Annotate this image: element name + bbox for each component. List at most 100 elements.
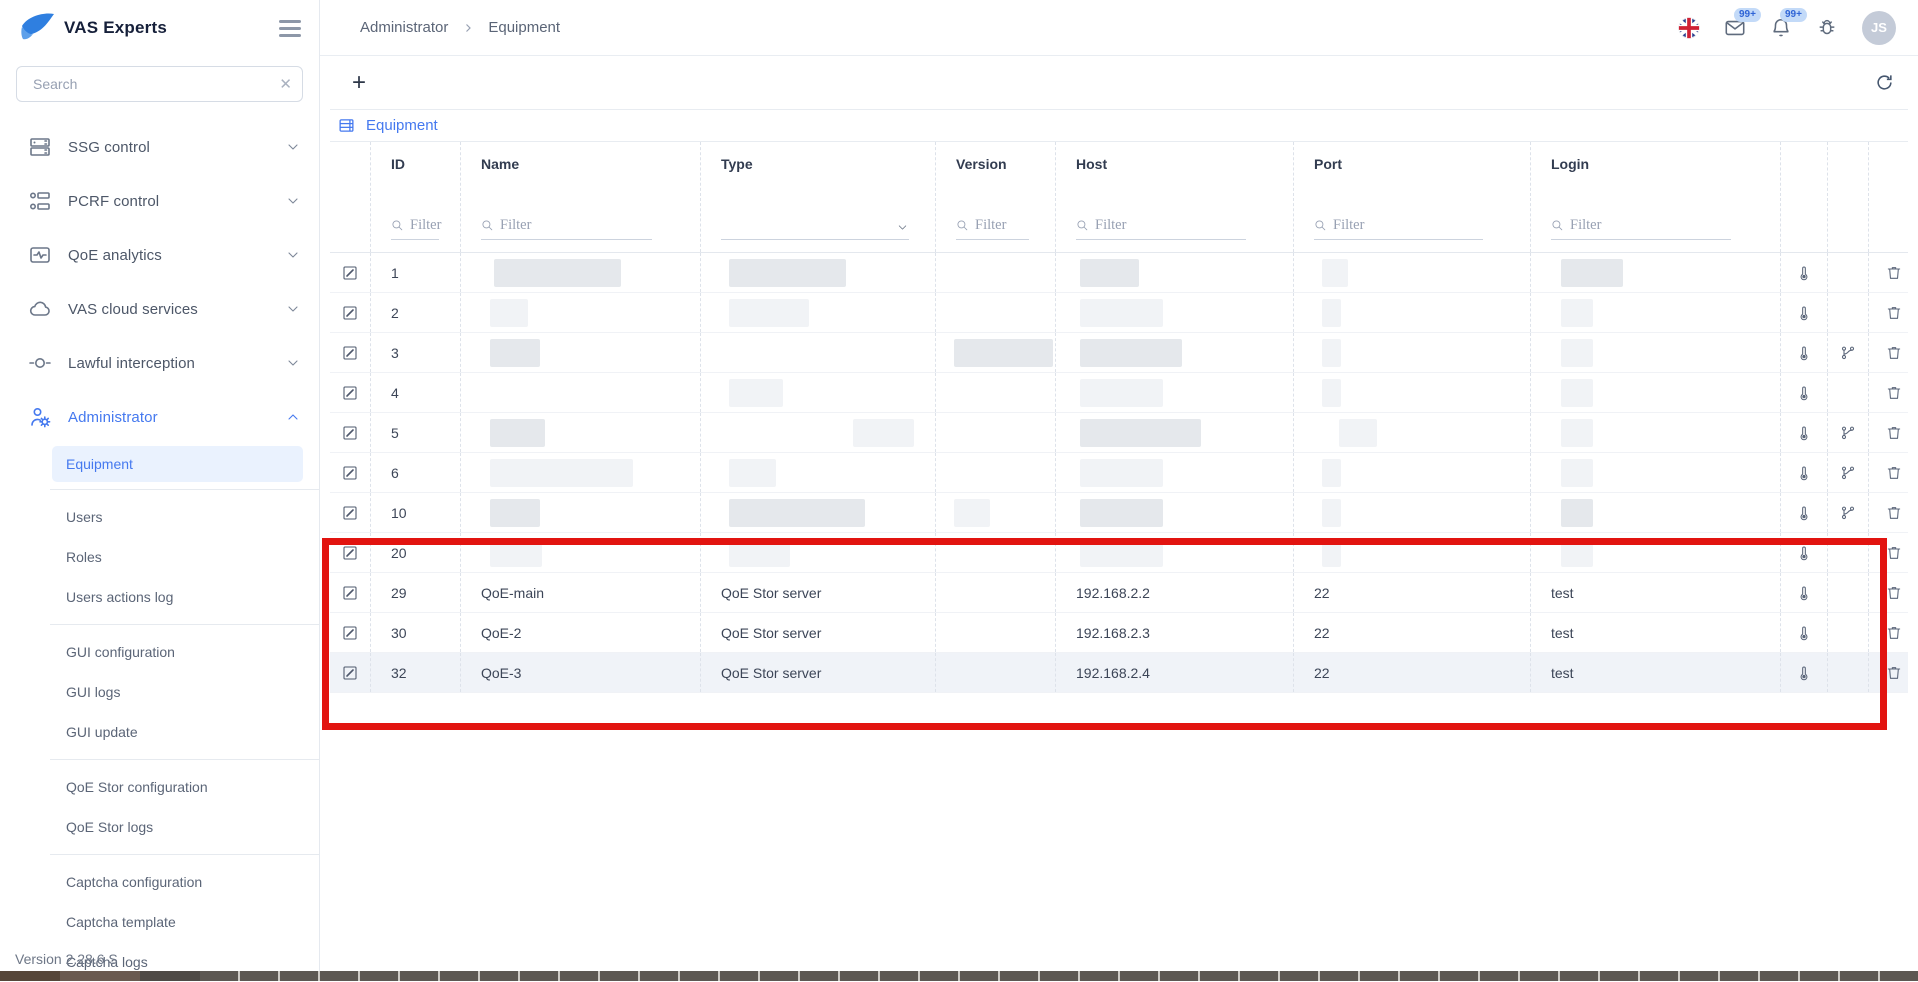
cell-port: [1293, 453, 1530, 492]
cell-id: 32: [370, 653, 460, 692]
trash-icon[interactable]: [1886, 545, 1902, 561]
sidebar-item-label: Administrator: [68, 409, 158, 426]
edit-row-icon[interactable]: [342, 585, 358, 601]
breadcrumb-section[interactable]: Administrator: [360, 19, 448, 36]
thermometer-icon[interactable]: [1796, 305, 1812, 321]
filter-input-port[interactable]: Filter: [1314, 217, 1483, 240]
thermometer-icon[interactable]: [1796, 505, 1812, 521]
sidebar-item-ssg[interactable]: SSG control: [0, 120, 319, 174]
branch-icon[interactable]: [1840, 345, 1856, 361]
redacted-block: [1322, 259, 1348, 287]
sidebar-item-cloud[interactable]: VAS cloud services: [0, 282, 319, 336]
sidebar-item-lawful[interactable]: Lawful interception: [0, 336, 319, 390]
search-input[interactable]: [31, 75, 279, 93]
logo-text: VAS Experts: [64, 18, 167, 38]
notifications-button[interactable]: 99+: [1770, 17, 1792, 39]
trash-icon[interactable]: [1886, 385, 1902, 401]
redacted-block: [1561, 419, 1593, 447]
trash-icon[interactable]: [1886, 505, 1902, 521]
trash-icon[interactable]: [1886, 465, 1902, 481]
thermometer-icon[interactable]: [1796, 265, 1812, 281]
branch-icon[interactable]: [1840, 505, 1856, 521]
redacted-block: [1561, 379, 1593, 407]
edit-row-icon[interactable]: [342, 265, 358, 281]
trash-icon[interactable]: [1886, 625, 1902, 641]
edit-row-icon[interactable]: [342, 465, 358, 481]
submenu-divider: [50, 759, 319, 760]
filter-select-type[interactable]: [721, 221, 909, 240]
breadcrumb-page[interactable]: Equipment: [488, 19, 560, 36]
branch-cell: [1827, 373, 1868, 412]
sidebar-subitem-users[interactable]: Users: [0, 497, 319, 537]
sidebar-subitem-captcha-configuration[interactable]: Captcha configuration: [0, 862, 319, 902]
sidebar-item-pcrf[interactable]: PCRF control: [0, 174, 319, 228]
filter-placeholder: Filter: [410, 217, 441, 234]
thermometer-icon[interactable]: [1796, 345, 1812, 361]
cell-host: [1055, 413, 1293, 452]
cell-name: QoE-3: [460, 653, 700, 692]
cell-id: 10: [370, 493, 460, 532]
trash-icon[interactable]: [1886, 305, 1902, 321]
filter-input-host[interactable]: Filter: [1076, 217, 1246, 240]
search-icon: [481, 219, 494, 232]
sidebar-search[interactable]: ✕: [16, 66, 303, 102]
thermometer-icon[interactable]: [1796, 465, 1812, 481]
sidebar-subitem-qoe-stor-configuration[interactable]: QoE Stor configuration: [0, 767, 319, 807]
sidebar-item-qoe[interactable]: QoE analytics: [0, 228, 319, 282]
branch-icon[interactable]: [1840, 465, 1856, 481]
sidebar-subitem-gui-update[interactable]: GUI update: [0, 712, 319, 752]
messages-button[interactable]: 99+: [1724, 17, 1746, 39]
filter-input-id[interactable]: Filter: [391, 217, 439, 240]
chevron-down-icon: [285, 139, 301, 155]
debug-button[interactable]: [1816, 17, 1838, 39]
cell-type: [700, 493, 935, 532]
edit-row-icon[interactable]: [342, 305, 358, 321]
language-flag-icon[interactable]: [1678, 17, 1700, 39]
edit-row-icon[interactable]: [342, 665, 358, 681]
trash-icon[interactable]: [1886, 585, 1902, 601]
sidebar-subitem-captcha-template[interactable]: Captcha template: [0, 902, 319, 942]
trash-icon[interactable]: [1886, 425, 1902, 441]
filter-placeholder: Filter: [1333, 217, 1364, 234]
branch-icon[interactable]: [1840, 425, 1856, 441]
edit-cell: [330, 413, 370, 452]
edit-row-icon[interactable]: [342, 385, 358, 401]
thermometer-icon[interactable]: [1796, 385, 1812, 401]
edit-row-icon[interactable]: [342, 345, 358, 361]
sidebar-subitem-qoe-stor-logs[interactable]: QoE Stor logs: [0, 807, 319, 847]
filter-input-login[interactable]: Filter: [1551, 217, 1731, 240]
sidebar-item-administrator[interactable]: Administrator: [0, 390, 319, 444]
sidebar-subitem-gui-configuration[interactable]: GUI configuration: [0, 632, 319, 672]
sidebar-subitem-roles[interactable]: Roles: [0, 537, 319, 577]
trash-icon[interactable]: [1886, 345, 1902, 361]
menu-toggle-button[interactable]: [277, 14, 303, 43]
cell-id: 2: [370, 293, 460, 332]
delete-cell: [1868, 293, 1918, 332]
sidebar-subitem-users-actions-log[interactable]: Users actions log: [0, 577, 319, 617]
cell-type: [700, 533, 935, 572]
add-equipment-button[interactable]: +: [352, 71, 366, 95]
edit-row-icon[interactable]: [342, 425, 358, 441]
trash-icon[interactable]: [1886, 265, 1902, 281]
thermometer-icon[interactable]: [1796, 665, 1812, 681]
chevron-down-icon: [896, 221, 909, 234]
thermometer-icon[interactable]: [1796, 545, 1812, 561]
filter-input-name[interactable]: Filter: [481, 217, 652, 240]
thermometer-cell: [1780, 293, 1827, 332]
user-avatar[interactable]: JS: [1862, 11, 1896, 45]
trash-icon[interactable]: [1886, 665, 1902, 681]
thermometer-icon[interactable]: [1796, 425, 1812, 441]
edit-row-icon[interactable]: [342, 505, 358, 521]
refresh-button[interactable]: [1875, 73, 1894, 92]
edit-row-icon[interactable]: [342, 545, 358, 561]
table-row: 29QoE-mainQoE Stor server192.168.2.222te…: [330, 573, 1908, 613]
thermometer-icon[interactable]: [1796, 585, 1812, 601]
filter-input-version[interactable]: Filter: [956, 217, 1029, 240]
edit-row-icon[interactable]: [342, 625, 358, 641]
clear-search-icon[interactable]: ✕: [279, 75, 292, 93]
sidebar-subitem-active[interactable]: Equipment: [52, 446, 303, 482]
table-row: 20: [330, 533, 1908, 573]
activity-icon: [28, 243, 52, 267]
thermometer-icon[interactable]: [1796, 625, 1812, 641]
sidebar-subitem-gui-logs[interactable]: GUI logs: [0, 672, 319, 712]
